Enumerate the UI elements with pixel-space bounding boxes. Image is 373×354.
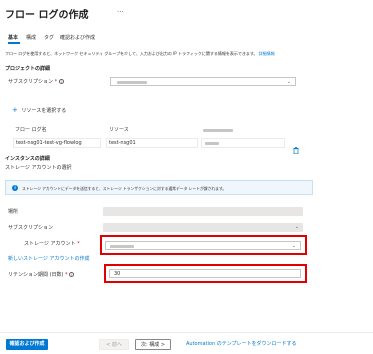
subscription-label: サブスクリプション * i	[8, 79, 64, 86]
required-marker: *	[54, 79, 58, 85]
retention-label: リテンション期間 (日数) * i	[8, 272, 75, 279]
select-resource-button[interactable]: + リソースを選択する	[12, 107, 66, 115]
intro-text: フロー ログを使用すると、ネットワーク セキュリティ グループを介して、入力およ…	[5, 50, 275, 57]
trash-icon[interactable]	[293, 139, 299, 155]
tab-tags[interactable]: タグ	[44, 34, 54, 41]
retention-label-text: リテンション期間 (日数)	[8, 272, 64, 278]
location-label: 場所	[8, 209, 19, 215]
location-field[interactable]	[103, 207, 303, 216]
tab-basics[interactable]: 基本	[8, 34, 18, 41]
form-subscription-label: サブスクリプション	[8, 225, 54, 231]
info-icon: i	[58, 79, 64, 84]
project-details-heading: プロジェクトの詳細	[5, 66, 51, 72]
info-circle-icon: i	[12, 185, 18, 191]
storage-account-select-label: ストレージ アカウントの選択	[5, 165, 72, 171]
resource-value: test-nsg01	[109, 140, 136, 146]
storage-account-label-text: ストレージ アカウント	[24, 241, 76, 247]
banner-text: ストレージ アカウントにデータを送信すると、ストレージ トランザクションに対する…	[22, 186, 227, 191]
tab-configuration[interactable]: 構成	[26, 34, 36, 41]
form-subscription-field[interactable]: ⌄	[103, 223, 303, 232]
column-header-blurred	[203, 129, 233, 132]
storage-account-label: ストレージ アカウント *	[24, 241, 80, 248]
subscription-blurred-value	[117, 81, 147, 84]
required-marker: *	[77, 241, 80, 247]
chevron-down-icon: ⌄	[286, 79, 291, 85]
subscription-label-text: サブスクリプション	[8, 79, 54, 85]
subscription-dropdown[interactable]: ⌄	[110, 77, 296, 86]
column-header-flowlog-name: フロー ログ名	[15, 127, 47, 133]
page-title: フロー ログの作成	[5, 10, 89, 21]
tab-review-create[interactable]: 確認および作成	[60, 34, 95, 41]
previous-button[interactable]: < 前へ	[99, 339, 129, 350]
info-icon: i	[69, 272, 75, 277]
intro-description: フロー ログを使用すると、ネットワーク セキュリティ グループを介して、入力およ…	[5, 51, 258, 56]
column-header-resource: リソース	[109, 127, 129, 133]
instance-details-heading: インスタンスの詳細	[5, 156, 50, 162]
active-tab-underline	[8, 42, 20, 44]
chevron-down-icon: ⌄	[294, 224, 299, 230]
resource-cell[interactable]: test-nsg01	[106, 138, 198, 148]
learn-more-link[interactable]: 詳細情報	[259, 51, 275, 56]
download-template-link[interactable]: Automation のテンプレートをダウンロードする	[186, 341, 297, 348]
info-banner: i ストレージ アカウントにデータを送信すると、ストレージ トランザクションに対…	[5, 180, 313, 195]
select-resource-label: リソースを選択する	[21, 108, 67, 114]
storage-account-highlight	[100, 235, 307, 255]
next-button[interactable]: 次: 構成 >	[135, 339, 171, 350]
review-create-button[interactable]: 確認および作成	[6, 339, 48, 350]
flowlog-name-value: test-nsg01-test-vg-flowlog	[16, 140, 82, 146]
required-marker: *	[65, 272, 68, 278]
blurred-cell-value	[205, 142, 219, 145]
blurred-cell[interactable]	[201, 138, 285, 148]
footer-divider	[0, 332, 373, 333]
create-storage-account-link[interactable]: 新しいストレージ アカウントの作成	[8, 256, 90, 263]
retention-highlight	[104, 264, 307, 283]
plus-icon: +	[12, 106, 18, 114]
more-options-icon[interactable]: ···	[117, 8, 124, 16]
flowlog-name-cell[interactable]: test-nsg01-test-vg-flowlog	[13, 138, 101, 148]
